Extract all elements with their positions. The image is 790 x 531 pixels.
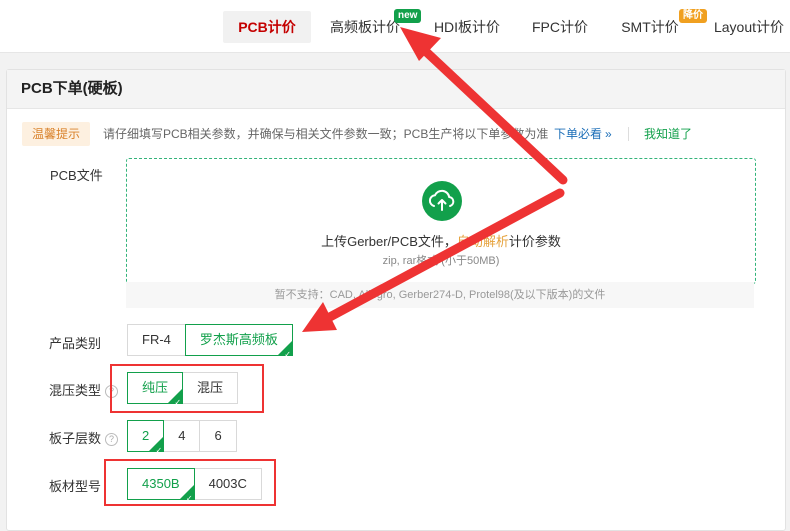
option-fr4[interactable]: FR-4 bbox=[127, 324, 186, 356]
card-title: PCB下单(硬板) bbox=[7, 70, 785, 109]
cloud-upload-icon bbox=[422, 181, 462, 221]
tab-layout-pricing[interactable]: Layout计价 bbox=[708, 11, 790, 43]
lamination-type-label: 混压类型? bbox=[49, 380, 119, 399]
new-badge: new bbox=[394, 9, 422, 23]
tab-smt-pricing[interactable]: SMT计价 bbox=[612, 11, 688, 43]
option-layers-4[interactable]: 4 bbox=[163, 420, 201, 452]
upload-title-suffix: 计价参数 bbox=[508, 234, 561, 249]
tab-label: HDI板计价 bbox=[433, 19, 501, 35]
must-read-label: 下单必看 bbox=[554, 127, 603, 141]
option-pure-lamination[interactable]: 纯压 bbox=[127, 372, 184, 412]
option-layers-2[interactable]: 2 bbox=[127, 420, 165, 460]
upload-format-hint: zip, rar格式 (小于50MB) bbox=[382, 255, 500, 267]
option-layers-6[interactable]: 6 bbox=[199, 420, 237, 452]
tab-pcb-pricing[interactable]: PCB计价 bbox=[223, 11, 311, 43]
unsupported-formats-note: 暂不支持：CAD, Allegro, Gerber274-D, Protel98… bbox=[126, 282, 754, 308]
top-nav: PCB计价 高频板计价 new HDI板计价 FPC计价 SMT计价 降价 La… bbox=[0, 0, 790, 53]
tab-label: FPC计价 bbox=[532, 19, 588, 35]
help-icon[interactable]: ? bbox=[105, 433, 119, 446]
tab-label: SMT计价 bbox=[621, 19, 679, 35]
tip-text: 请仔细填写PCB相关参数，并确保与相关文件参数一致；PCB生产将以下单参数为准 bbox=[103, 127, 549, 141]
product-type-options: FR-4 罗杰斯高频板 bbox=[127, 324, 293, 364]
upload-title: 上传Gerber/PCB文件，自动解析计价参数 bbox=[127, 231, 755, 250]
dismiss-tip-link[interactable]: 我知道了 bbox=[644, 122, 692, 146]
price-drop-badge: 降价 bbox=[679, 9, 707, 23]
option-4350b[interactable]: 4350B bbox=[127, 468, 195, 508]
tab-label: Layout计价 bbox=[713, 19, 785, 35]
tab-label: 高频板计价 bbox=[330, 19, 400, 35]
tab-fpc-pricing[interactable]: FPC计价 bbox=[527, 11, 593, 43]
layers-text: 板子层数 bbox=[49, 431, 102, 446]
tab-hdi-pricing[interactable]: HDI板计价 bbox=[424, 11, 510, 43]
pcb-file-label: PCB文件 bbox=[50, 168, 103, 183]
tip-tag: 温馨提示 bbox=[22, 122, 90, 146]
tab-label: PCB计价 bbox=[238, 19, 296, 35]
lamination-type-text: 混压类型 bbox=[49, 383, 102, 398]
layer-count-options: 2 4 6 bbox=[127, 420, 237, 460]
layers-label: 板子层数? bbox=[49, 428, 119, 447]
material-label: 板材型号 bbox=[49, 479, 102, 494]
upload-title-prefix: 上传Gerber/PCB文件， bbox=[321, 234, 457, 249]
product-type-label: 产品类别 bbox=[49, 336, 102, 351]
file-upload-dropzone[interactable]: 上传Gerber/PCB文件，自动解析计价参数 zip, rar格式 (小于50… bbox=[126, 158, 756, 284]
option-rogers-high-frequency[interactable]: 罗杰斯高频板 bbox=[184, 324, 293, 364]
double-chevron-right-icon: » bbox=[605, 127, 612, 141]
divider bbox=[628, 127, 629, 141]
must-read-link[interactable]: 下单必看» bbox=[554, 122, 612, 146]
upload-title-highlight: 自动解析 bbox=[456, 234, 509, 249]
